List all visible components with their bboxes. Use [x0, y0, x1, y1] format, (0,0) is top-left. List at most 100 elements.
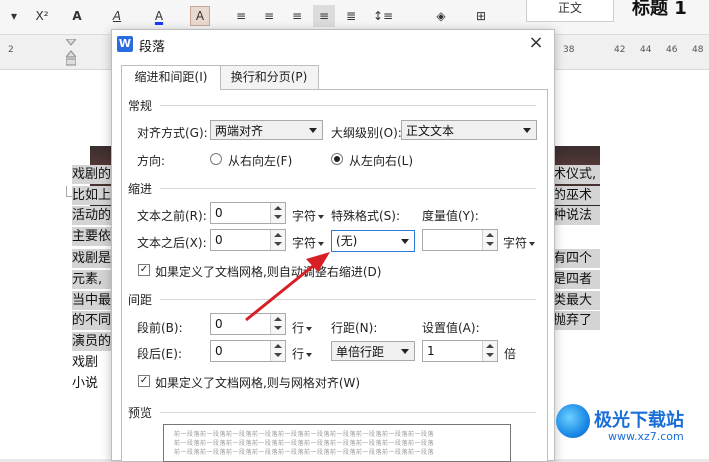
document-line-right[interactable]: 类最大: [553, 291, 600, 310]
ltr-label[interactable]: 从左向右(L): [349, 152, 413, 169]
dropdown-arrow-icon: [306, 326, 313, 331]
spinner-buttons[interactable]: [270, 314, 285, 334]
document-line-right[interactable]: 术仪式,: [553, 165, 600, 184]
spin-down-icon[interactable]: [274, 326, 282, 330]
space-after-unit[interactable]: 行: [292, 345, 313, 362]
document-line-right[interactable]: 的巫术: [553, 186, 600, 205]
ltr-radio[interactable]: [331, 153, 343, 165]
section-general-heading: 常规: [128, 99, 153, 113]
measure-unit[interactable]: 字符: [503, 234, 536, 251]
char-shading-button[interactable]: A: [190, 6, 210, 26]
divider: [160, 105, 536, 106]
special-format-value: (无): [336, 234, 358, 248]
indent-grid-checkbox[interactable]: ✓: [138, 264, 150, 276]
justify-icon[interactable]: ≡: [313, 5, 335, 27]
shading-icon[interactable]: ◈: [430, 5, 452, 27]
font-effects-button[interactable]: A: [66, 5, 88, 27]
document-line-left[interactable]: 元素,: [72, 270, 112, 289]
spin-down-icon[interactable]: [486, 242, 494, 246]
ruler-number: 2: [8, 45, 14, 55]
document-line-left[interactable]: 演员的: [72, 332, 112, 351]
dialog-title: 段落: [139, 40, 166, 55]
aurora-logo-icon: [556, 404, 590, 438]
dropdown-arrow-icon: [306, 352, 313, 357]
document-line-left[interactable]: 戏剧是: [72, 249, 112, 268]
font-color-button[interactable]: A: [148, 5, 170, 27]
spin-up-icon[interactable]: [274, 317, 282, 321]
document-line-right[interactable]: 有四个: [553, 249, 600, 268]
document-line-left[interactable]: 的不同: [72, 311, 112, 330]
indent-after-input[interactable]: 0: [210, 229, 286, 251]
setting-value-label: 设置值(A):: [422, 321, 480, 335]
align-right-icon[interactable]: ≡: [288, 5, 306, 27]
spin-down-icon[interactable]: [486, 353, 494, 357]
outline-level-select[interactable]: 正文文本: [401, 120, 537, 140]
spacing-grid-label[interactable]: 如果定义了文档网格,则与网格对齐(W): [155, 374, 360, 391]
tab-line-page-breaks[interactable]: 换行和分页(P): [219, 65, 319, 89]
spinner-buttons[interactable]: [270, 203, 285, 223]
document-line-right[interactable]: 种说法: [553, 206, 600, 225]
underline-dropdown-icon[interactable]: ▾: [4, 5, 24, 27]
spinner-buttons[interactable]: [482, 230, 497, 250]
distributed-align-icon[interactable]: ≣: [342, 5, 360, 27]
line-spacing-icon[interactable]: ↕≡: [372, 5, 394, 27]
space-after-input[interactable]: 0: [210, 340, 286, 362]
preview-text: 前一段落前一段落前一段落前一段落前一段落前一段落前一段落前一段落前一段落前一段落: [174, 431, 435, 438]
style-heading-preview[interactable]: 标题 1: [632, 0, 687, 20]
highlight-button[interactable]: A: [106, 5, 128, 27]
document-line-left[interactable]: 比如上: [72, 186, 112, 205]
document-line-left[interactable]: 戏剧的: [72, 165, 112, 184]
rtl-label[interactable]: 从右向左(F): [228, 152, 292, 169]
borders-icon[interactable]: ⊞: [470, 5, 492, 27]
dropdown-arrow-icon: [318, 241, 325, 246]
special-format-select[interactable]: (无): [331, 230, 415, 252]
site-watermark: 极光下载站 www.xz7.com: [556, 400, 706, 456]
chevron-down-icon: [309, 128, 317, 133]
spin-up-icon[interactable]: [486, 344, 494, 348]
indent-grid-label[interactable]: 如果定义了文档网格,则自动调整右缩进(D): [155, 263, 381, 280]
spin-down-icon[interactable]: [274, 353, 282, 357]
spinner-buttons[interactable]: [270, 230, 285, 250]
indent-before-unit[interactable]: 字符: [292, 207, 325, 224]
divider: [160, 188, 536, 189]
document-line-left[interactable]: 主要依: [72, 227, 112, 246]
watermark-name: 极光下载站: [594, 410, 684, 431]
indent-marker-icon[interactable]: [64, 38, 78, 67]
style-normal-preview[interactable]: 正文: [526, 0, 614, 22]
document-line-right[interactable]: 抛弃了: [553, 311, 600, 330]
spin-down-icon[interactable]: [274, 215, 282, 219]
rtl-radio[interactable]: [210, 153, 222, 165]
document-line-left[interactable]: 当中最: [72, 291, 112, 310]
spin-up-icon[interactable]: [274, 233, 282, 237]
spinner-buttons[interactable]: [270, 341, 285, 361]
spin-up-icon[interactable]: [274, 344, 282, 348]
measure-input[interactable]: [422, 229, 498, 251]
spinner-buttons[interactable]: [482, 341, 497, 361]
align-center-icon[interactable]: ≡: [260, 5, 278, 27]
spacing-grid-checkbox[interactable]: ✓: [138, 375, 150, 387]
close-icon[interactable]: ×: [526, 33, 546, 53]
tab-indent-spacing[interactable]: 缩进和间距(I): [121, 65, 221, 90]
document-line-left[interactable]: 戏剧: [72, 353, 112, 372]
document-line-left[interactable]: 活动的: [72, 206, 112, 225]
space-before-input[interactable]: 0: [210, 313, 286, 335]
spin-up-icon[interactable]: [274, 206, 282, 210]
alignment-select[interactable]: 两端对齐: [210, 120, 323, 140]
indent-before-label: 文本之前(R):: [137, 209, 207, 223]
dialog-title-bar[interactable]: W 段落 ×: [112, 30, 554, 58]
indent-before-input[interactable]: 0: [210, 202, 286, 224]
document-line-left[interactable]: 小说: [72, 374, 112, 393]
line-spacing-select[interactable]: 单倍行距: [331, 341, 415, 361]
special-format-label: 特殊格式(S):: [331, 209, 401, 223]
section-preview-heading: 预览: [128, 406, 153, 420]
superscript-button[interactable]: X²: [30, 5, 54, 27]
setting-value-input[interactable]: 1: [422, 340, 498, 362]
align-left-icon[interactable]: ≡: [232, 5, 250, 27]
document-line-right[interactable]: 是四者: [553, 270, 600, 289]
spin-down-icon[interactable]: [274, 242, 282, 246]
space-before-unit[interactable]: 行: [292, 319, 313, 336]
line-spacing-value: 单倍行距: [336, 345, 385, 359]
indent-after-unit[interactable]: 字符: [292, 234, 325, 251]
unit-label: 字符: [292, 209, 317, 223]
spin-up-icon[interactable]: [486, 233, 494, 237]
